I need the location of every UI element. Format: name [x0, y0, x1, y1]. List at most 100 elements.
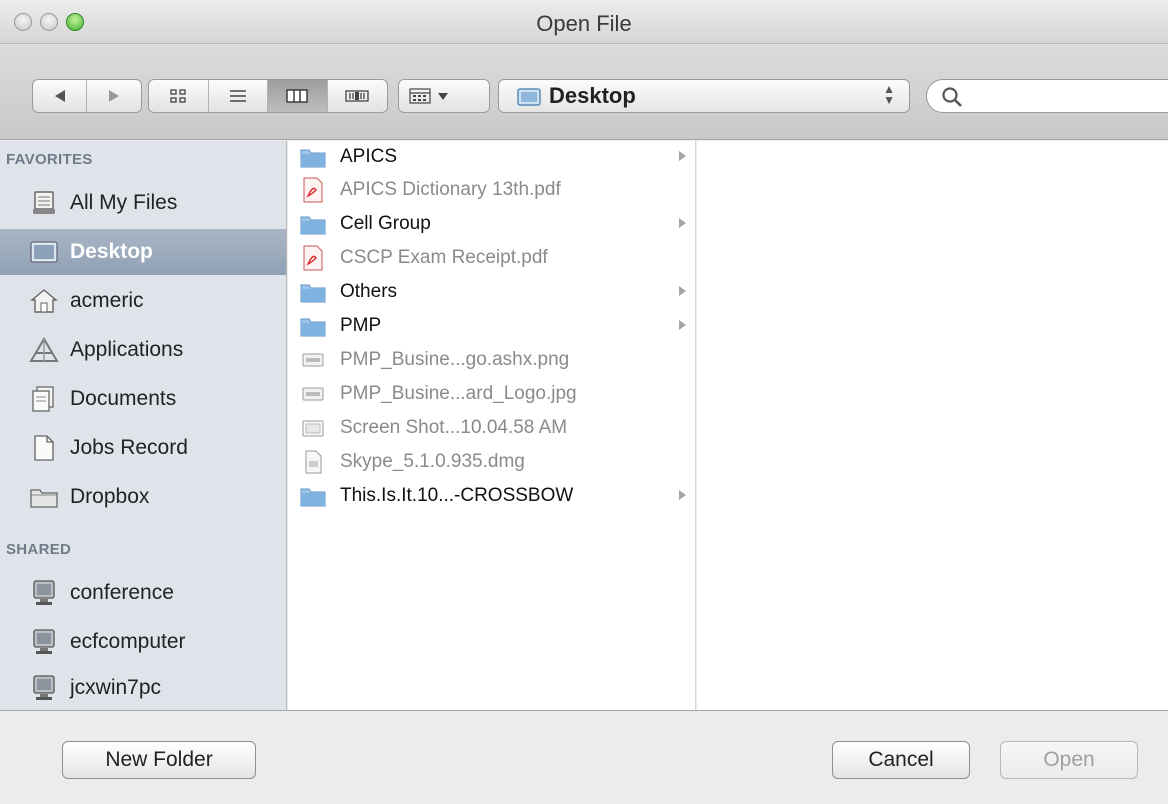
applications-icon	[28, 334, 60, 366]
documents-icon	[28, 383, 60, 415]
history-nav	[32, 79, 142, 113]
file-row-screen-shot[interactable]: Screen Shot...10.04.58 AM	[288, 413, 696, 443]
sidebar-item-ecfcomputer[interactable]: ecfcomputer	[0, 619, 286, 665]
document-icon	[28, 432, 60, 464]
sidebar-item-applications[interactable]: Applications	[0, 327, 286, 373]
computer-icon	[28, 626, 60, 658]
new-folder-button[interactable]: New Folder	[62, 741, 256, 779]
sidebar-item-dropbox[interactable]: Dropbox	[0, 474, 286, 520]
file-row-skype-dmg[interactable]: Skype_5.1.0.935.dmg	[288, 447, 696, 477]
sidebar-item-label: conference	[70, 581, 174, 604]
sidebar-item-label: ecfcomputer	[70, 630, 186, 653]
file-name: APICS	[340, 146, 398, 167]
desktop-folder-icon	[517, 88, 541, 106]
sidebar-item-label: All My Files	[70, 191, 178, 214]
file-name: CSCP Exam Receipt.pdf	[340, 247, 548, 268]
folder-icon	[28, 481, 60, 513]
back-button[interactable]	[33, 80, 88, 112]
file-column: APICS APICS Dictionary 13th.pdf Cell Gro…	[288, 141, 696, 710]
sidebar-item-conference[interactable]: conference	[0, 570, 286, 616]
disk-image-icon	[300, 449, 326, 475]
location-label: Desktop	[549, 83, 636, 108]
forward-button[interactable]	[87, 80, 141, 112]
chevron-down-icon	[438, 93, 448, 100]
file-name: Skype_5.1.0.935.dmg	[340, 451, 525, 472]
disclosure-arrow-icon	[679, 286, 686, 296]
sidebar-item-desktop[interactable]: Desktop	[0, 229, 286, 275]
file-row-apics-dictionary[interactable]: APICS Dictionary 13th.pdf	[288, 175, 696, 205]
folder-icon	[300, 279, 326, 305]
sidebar: FAVORITES All My Files Desktop acmeric A…	[0, 141, 287, 710]
search-icon	[942, 87, 962, 107]
image-file-icon	[300, 381, 326, 407]
sidebar-item-acmeric[interactable]: acmeric	[0, 278, 286, 324]
disclosure-arrow-icon	[679, 490, 686, 500]
list-view-icon	[229, 90, 246, 102]
open-button[interactable]: Open	[1000, 741, 1138, 779]
column-view-button[interactable]	[268, 80, 328, 112]
location-popup[interactable]: Desktop ▲ ▼	[498, 79, 910, 113]
cancel-button[interactable]: Cancel	[832, 741, 970, 779]
folder-icon	[300, 144, 326, 170]
home-icon	[28, 285, 60, 317]
coverflow-view-button[interactable]	[328, 80, 388, 112]
file-row-apics[interactable]: APICS	[288, 142, 696, 172]
file-name: This.Is.It.10...-CROSSBOW	[340, 485, 574, 506]
file-row-pmp-jpg[interactable]: PMP_Busine...ard_Logo.jpg	[288, 379, 696, 409]
sidebar-item-label: acmeric	[70, 289, 144, 312]
computer-icon	[28, 577, 60, 609]
icon-view-button[interactable]	[149, 80, 209, 112]
updown-arrows-icon: ▲ ▼	[883, 82, 895, 107]
all-files-icon	[28, 187, 60, 219]
column-view-icon	[286, 89, 308, 103]
sidebar-item-all-my-files[interactable]: All My Files	[0, 180, 286, 226]
arrange-popup[interactable]	[398, 79, 490, 113]
file-row-cscp-receipt[interactable]: CSCP Exam Receipt.pdf	[288, 243, 696, 273]
computer-icon	[28, 672, 60, 704]
screenshot-icon	[300, 415, 326, 441]
sidebar-item-label: Desktop	[70, 240, 153, 263]
window-title: Open File	[536, 11, 632, 36]
sidebar-item-label: Dropbox	[70, 485, 150, 508]
file-name: PMP	[340, 315, 382, 336]
file-name: PMP_Busine...go.ashx.png	[340, 349, 570, 370]
file-row-cell-group[interactable]: Cell Group	[288, 209, 696, 239]
sidebar-item-documents[interactable]: Documents	[0, 376, 286, 422]
back-arrow-icon	[54, 90, 65, 102]
sidebar-item-label: Jobs Record	[70, 436, 188, 459]
sidebar-item-jcxwin7pc[interactable]: jcxwin7pc	[0, 665, 286, 711]
file-row-pmp-png[interactable]: PMP_Busine...go.ashx.png	[288, 345, 696, 375]
forward-arrow-icon	[109, 90, 119, 102]
sidebar-item-jobs-record[interactable]: Jobs Record	[0, 425, 286, 471]
view-mode-control	[148, 79, 388, 113]
sidebar-item-label: Documents	[70, 387, 177, 410]
icon-view-icon	[170, 89, 186, 103]
title-bar: Open File	[0, 0, 1168, 44]
file-name: APICS Dictionary 13th.pdf	[340, 179, 561, 200]
pdf-icon	[300, 177, 326, 203]
disclosure-arrow-icon	[679, 320, 686, 330]
disclosure-arrow-icon	[679, 151, 686, 161]
preview-column	[697, 141, 1168, 710]
file-row-others[interactable]: Others	[288, 277, 696, 307]
disclosure-arrow-icon	[679, 218, 686, 228]
arrange-grid-icon	[409, 88, 431, 104]
pdf-icon	[300, 245, 326, 271]
file-name: Others	[340, 281, 398, 302]
file-name: PMP_Busine...ard_Logo.jpg	[340, 383, 577, 404]
desktop-icon	[28, 236, 60, 268]
file-row-pmp[interactable]: PMP	[288, 311, 696, 341]
shared-header: SHARED	[6, 541, 72, 558]
list-view-button[interactable]	[209, 80, 268, 112]
image-file-icon	[300, 347, 326, 373]
search-field[interactable]	[926, 79, 1168, 113]
file-name: Cell Group	[340, 213, 431, 234]
toolbar: Desktop ▲ ▼	[0, 44, 1168, 140]
sidebar-item-label: Applications	[70, 338, 184, 361]
file-row-this-is-it[interactable]: This.Is.It.10...-CROSSBOW	[288, 481, 696, 511]
folder-icon	[300, 313, 326, 339]
sidebar-item-label: jcxwin7pc	[70, 676, 162, 699]
folder-icon	[300, 483, 326, 509]
folder-icon	[300, 211, 326, 237]
coverflow-view-icon	[345, 90, 369, 102]
